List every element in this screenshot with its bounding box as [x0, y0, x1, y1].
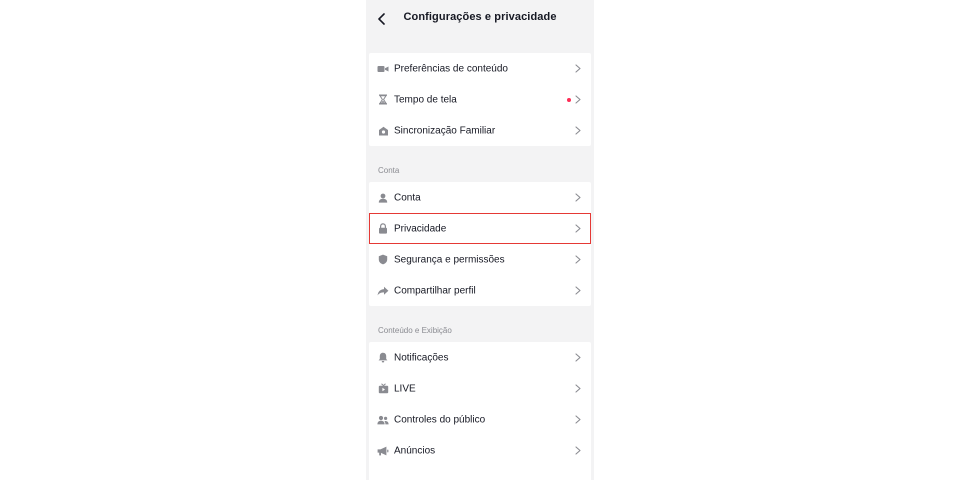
chevron-right-icon — [574, 193, 582, 203]
audience-icon — [377, 414, 389, 426]
video-camera-icon — [377, 63, 389, 75]
chevron-right-icon — [574, 95, 582, 105]
lock-icon — [377, 223, 389, 235]
settings-screen: Configurações e privacidade Preferências… — [366, 0, 594, 480]
row-label: Privacidade — [394, 223, 447, 234]
shield-icon — [377, 254, 389, 266]
chevron-right-icon — [574, 353, 582, 363]
row-share-profile[interactable]: Compartilhar perfil — [369, 275, 591, 306]
bell-icon — [377, 352, 389, 364]
row-label: Conta — [394, 192, 421, 203]
row-label: Preferências de conteúdo — [394, 63, 508, 74]
share-arrow-icon — [377, 285, 389, 297]
live-tv-icon — [377, 383, 389, 395]
chevron-right-icon — [574, 224, 582, 234]
notification-dot — [567, 97, 571, 102]
section-label-account: Conta — [378, 166, 400, 175]
row-next-partial[interactable] — [369, 466, 591, 480]
section-label-content-display: Conteúdo e Exibição — [378, 326, 452, 335]
row-content-preferences[interactable]: Preferências de conteúdo — [369, 53, 591, 84]
row-label: LIVE — [394, 383, 416, 394]
chevron-right-icon — [574, 64, 582, 74]
row-label: Compartilhar perfil — [394, 285, 476, 296]
row-label: Anúncios — [394, 445, 436, 456]
chevron-right-icon — [574, 286, 582, 296]
chevron-right-icon — [574, 446, 582, 456]
row-label: Controles do público — [394, 414, 486, 425]
row-live[interactable]: LIVE — [369, 373, 591, 404]
row-label: Tempo de tela — [394, 94, 457, 105]
header-bar: Configurações e privacidade — [366, 0, 594, 38]
row-label: Segurança e permissões — [394, 254, 505, 265]
chevron-right-icon — [574, 255, 582, 265]
row-screen-time[interactable]: Tempo de tela — [369, 84, 591, 115]
row-security-permissions[interactable]: Segurança e permissões — [369, 244, 591, 275]
house-icon — [377, 125, 389, 137]
settings-group-account: Conta Privacidade Segurança e permissões… — [369, 182, 591, 306]
chevron-right-icon — [574, 384, 582, 394]
row-notifications[interactable]: Notificações — [369, 342, 591, 373]
row-family-pairing[interactable]: Sincronização Familiar — [369, 115, 591, 146]
row-privacy[interactable]: Privacidade — [369, 213, 591, 244]
hourglass-icon — [377, 94, 389, 106]
page-title: Configurações e privacidade — [403, 11, 557, 23]
row-account[interactable]: Conta — [369, 182, 591, 213]
row-audience-controls[interactable]: Controles do público — [369, 404, 591, 435]
row-label: Notificações — [394, 352, 449, 363]
chevron-right-icon — [574, 415, 582, 425]
row-ads[interactable]: Anúncios — [369, 435, 591, 466]
settings-group-content-display: Notificações LIVE Controles do público A… — [369, 342, 591, 480]
row-label: Sincronização Familiar — [394, 125, 496, 136]
settings-group-general: Preferências de conteúdo Tempo de tela S… — [369, 53, 591, 146]
megaphone-icon — [377, 445, 389, 457]
person-icon — [377, 192, 389, 204]
chevron-right-icon — [574, 126, 582, 136]
